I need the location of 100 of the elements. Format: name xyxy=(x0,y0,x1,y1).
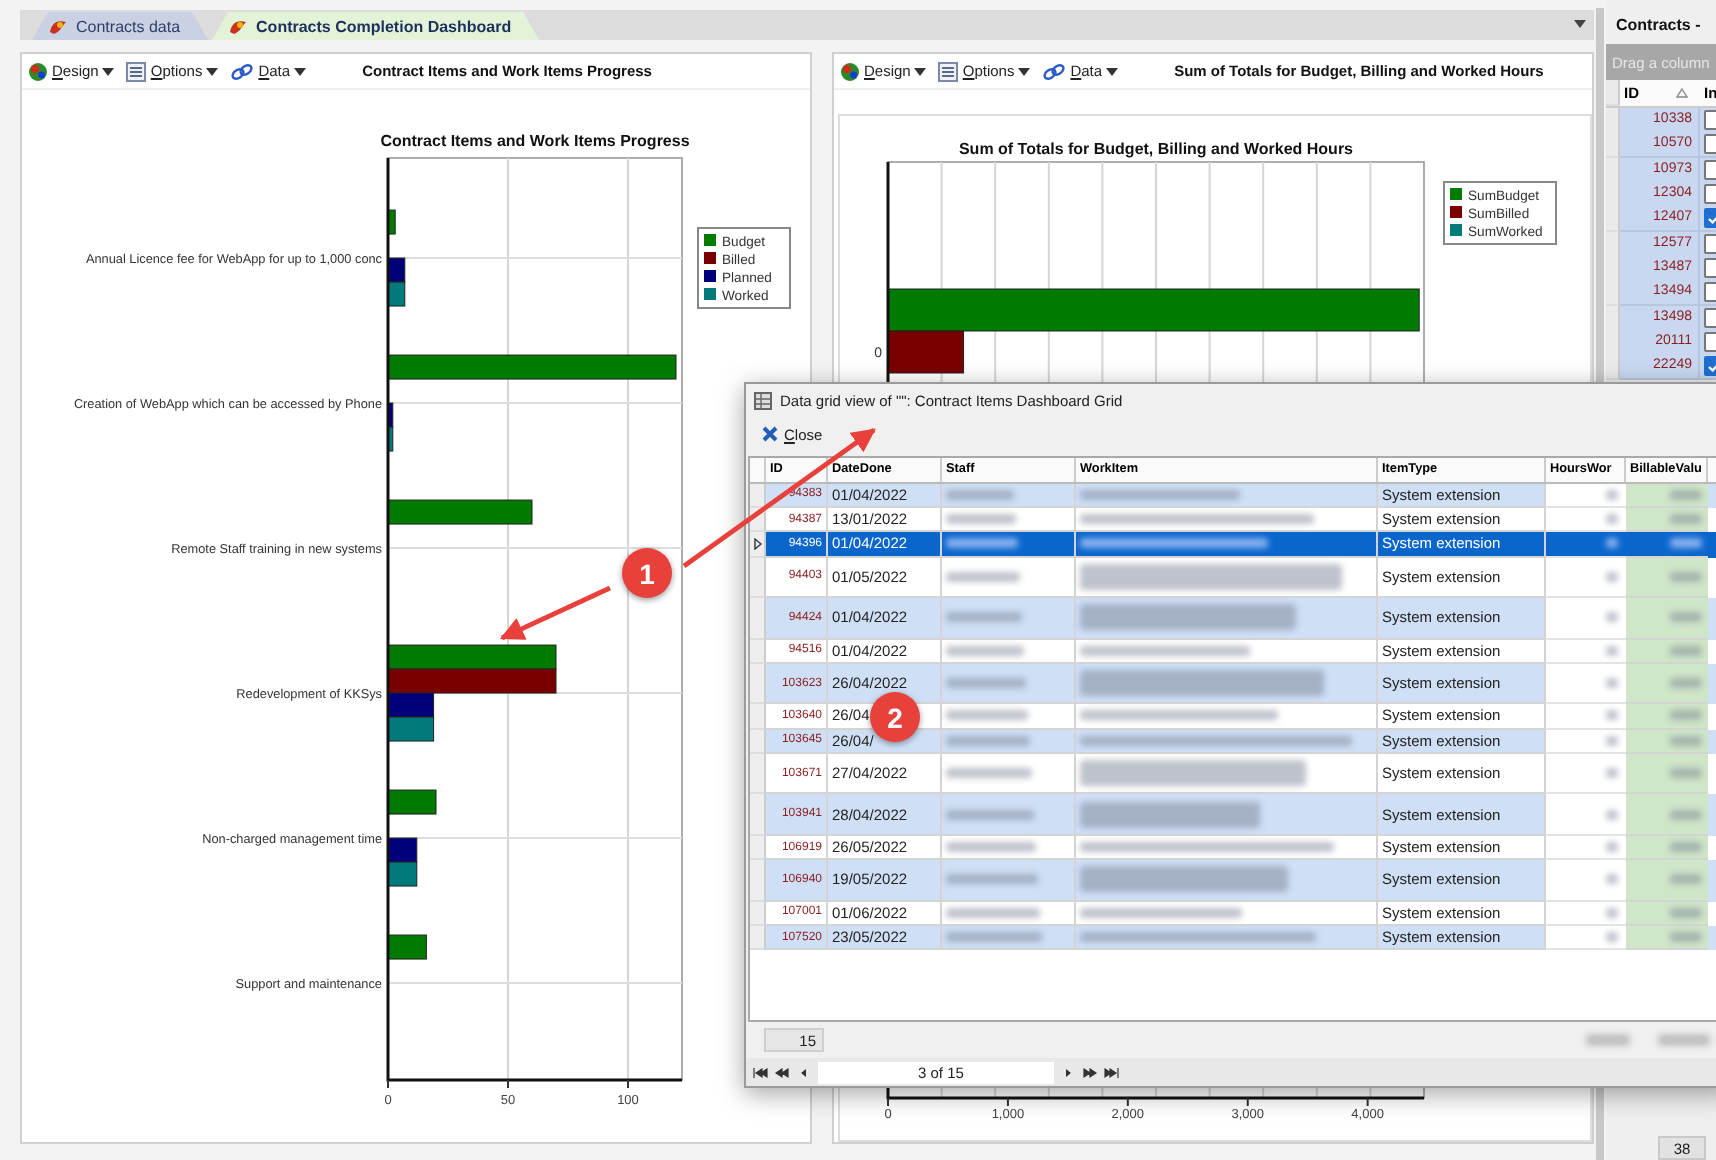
blurred-text xyxy=(1606,710,1618,721)
row-header-cell[interactable] xyxy=(1606,157,1620,184)
bar xyxy=(387,861,418,887)
previous-page-icon[interactable] xyxy=(774,1065,790,1080)
blurred-text xyxy=(1670,735,1702,746)
row-header-cell[interactable] xyxy=(750,663,766,705)
blurred-text xyxy=(946,678,1026,689)
row-header-cell[interactable] xyxy=(750,598,766,640)
blurred-text xyxy=(946,735,1030,746)
close-icon xyxy=(762,426,778,443)
row-header-cell[interactable] xyxy=(1606,354,1620,381)
row-header-cell[interactable] xyxy=(750,901,766,926)
blurred-text xyxy=(946,538,1018,549)
blurred-text xyxy=(1606,645,1618,656)
blurred-text xyxy=(1606,612,1618,623)
blurred-text xyxy=(1670,809,1702,820)
blurred-text xyxy=(1606,735,1618,746)
blurred-text xyxy=(946,874,1038,885)
blurred-text xyxy=(1670,842,1702,853)
blurred-text xyxy=(946,907,1040,918)
blurred-text xyxy=(946,710,1028,721)
link-icon xyxy=(1042,61,1067,81)
row-header-cell[interactable] xyxy=(750,729,766,754)
next-page-icon[interactable] xyxy=(1082,1065,1098,1080)
row-header-cell[interactable] xyxy=(1606,108,1620,134)
blurred-text xyxy=(1670,538,1702,549)
caret-icon xyxy=(294,67,307,75)
blurred-text xyxy=(946,489,1014,500)
row-header-cell[interactable] xyxy=(1606,280,1620,307)
blurred-text xyxy=(946,842,1036,853)
row-header-cell[interactable] xyxy=(750,926,766,951)
blurred-text xyxy=(1606,907,1618,918)
blurred-text xyxy=(1606,768,1618,779)
row-header-cell[interactable] xyxy=(750,835,766,861)
row-header-cell[interactable] xyxy=(1606,231,1620,258)
caret-icon xyxy=(102,67,115,75)
blurred-text xyxy=(1606,571,1618,582)
list-icon xyxy=(126,61,147,81)
blurred-text xyxy=(946,768,1032,779)
blurred-text xyxy=(1670,907,1702,918)
blurred-text xyxy=(1606,842,1618,853)
blurred-text xyxy=(1670,678,1702,689)
dropdown-icon[interactable] xyxy=(1574,20,1586,28)
legend-box xyxy=(697,227,791,309)
app-icon xyxy=(228,17,249,35)
first-page-icon[interactable] xyxy=(752,1065,768,1080)
previous-icon[interactable] xyxy=(796,1065,812,1080)
row-header-cell[interactable] xyxy=(750,794,766,836)
blurred-text xyxy=(1670,571,1702,582)
blurred-text xyxy=(946,645,1024,656)
row-header-cell[interactable] xyxy=(1606,206,1620,233)
blurred-text xyxy=(1606,874,1618,885)
palette-icon xyxy=(839,61,860,81)
blurred-text xyxy=(946,571,1020,582)
row-header-cell[interactable] xyxy=(750,483,766,508)
bar xyxy=(387,837,418,863)
palette-icon xyxy=(28,61,48,81)
row-header-cell[interactable] xyxy=(1606,132,1620,159)
blurred-text xyxy=(1670,768,1702,779)
row-header-cell[interactable] xyxy=(750,639,766,664)
blurred-text xyxy=(1670,612,1702,623)
panel-title: Contracts - xyxy=(1614,14,1703,38)
last-page-icon[interactable] xyxy=(1104,1065,1120,1080)
row-header-cell[interactable] xyxy=(750,532,766,558)
chart-title: Contract Items and Work Items Progress xyxy=(380,132,690,150)
caret-icon xyxy=(914,67,927,75)
app-icon xyxy=(48,17,68,35)
bar xyxy=(387,209,396,235)
blurred-text xyxy=(1658,1034,1710,1047)
blurred-text xyxy=(1670,645,1702,656)
blurred-text xyxy=(1670,489,1702,500)
blurred-text xyxy=(1606,932,1618,943)
tab[interactable]: Contracts Completion Dashboard xyxy=(212,12,540,40)
blurred-text xyxy=(1670,874,1702,885)
bar xyxy=(387,789,437,815)
sort-icon xyxy=(1675,88,1687,98)
caret-icon xyxy=(206,67,219,75)
blurred-text xyxy=(1670,710,1702,721)
bar xyxy=(387,716,435,742)
blurred-text xyxy=(1670,514,1702,525)
row-header-cell[interactable] xyxy=(750,557,766,599)
blurred-text xyxy=(1606,678,1618,689)
blurred-text xyxy=(946,514,1016,525)
row-header-cell[interactable] xyxy=(750,704,766,730)
blurred-text xyxy=(1606,489,1618,500)
tab[interactable]: Contracts data xyxy=(32,12,209,40)
legend-box xyxy=(1442,181,1557,245)
bar xyxy=(387,934,427,960)
row-header-cell[interactable] xyxy=(750,860,766,902)
link-icon xyxy=(230,61,255,81)
list-icon xyxy=(938,61,959,81)
row-header-cell[interactable] xyxy=(1606,305,1620,332)
next-icon[interactable] xyxy=(1060,1065,1076,1080)
chart-title: Sum of Totals for Budget, Billing and Worked Hours xyxy=(958,140,1353,158)
row-header-cell[interactable] xyxy=(750,753,766,795)
blurred-text xyxy=(1670,932,1702,943)
annotation-arrow xyxy=(499,585,611,641)
blurred-text xyxy=(946,932,1042,943)
blurred-text xyxy=(1606,809,1618,820)
row-pointer-icon xyxy=(753,537,761,550)
